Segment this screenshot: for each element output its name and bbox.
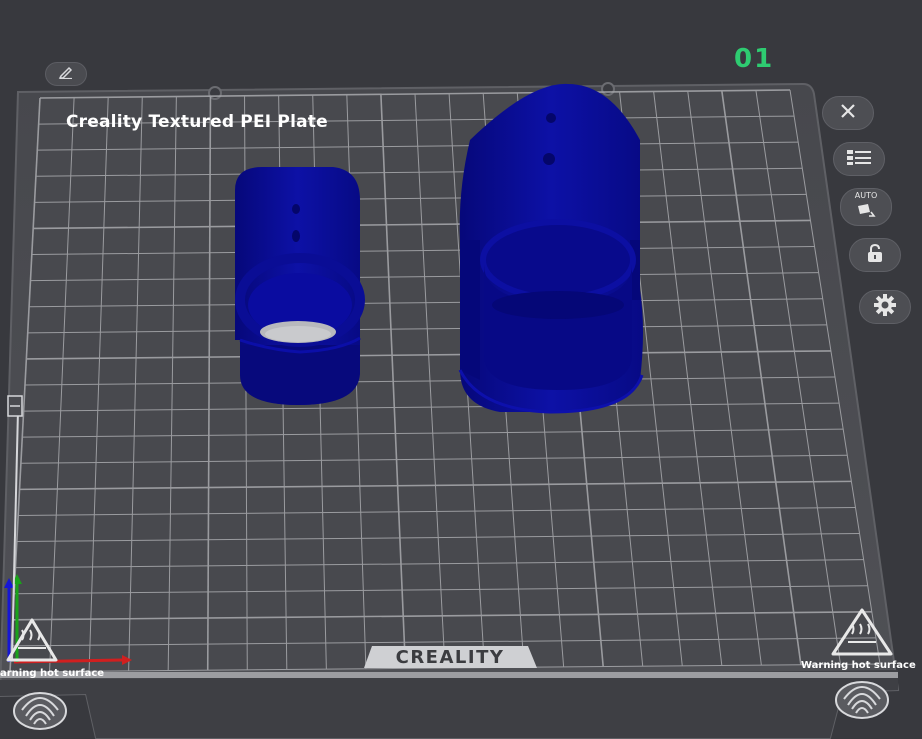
warning-hot-surface-label-left: arning hot surface — [0, 668, 105, 679]
auto-label: AUTO — [854, 191, 878, 200]
brand-label: CREALITY — [395, 646, 505, 668]
plate-pin — [601, 82, 615, 96]
plate-front-edge — [0, 670, 898, 738]
edit-plate-name-button[interactable] — [45, 62, 87, 86]
plate-settings-button[interactable] — [859, 290, 911, 324]
front-rail — [0, 672, 898, 678]
pencil-icon — [58, 65, 74, 84]
model-large-holder[interactable] — [458, 83, 644, 414]
fingerprint-icon — [835, 681, 889, 719]
list-icon — [846, 148, 872, 171]
build-plate-scene[interactable] — [0, 0, 922, 739]
lock-plate-button[interactable] — [849, 238, 901, 272]
auto-arrange-button[interactable]: AUTO — [840, 188, 892, 226]
model-small-holder[interactable] — [235, 167, 365, 405]
fingerprint-icon — [13, 692, 67, 730]
warning-hot-surface-label-right: Warning hot surface — [801, 660, 916, 671]
gear-icon — [874, 293, 896, 321]
auto-arrange-icon — [855, 202, 877, 223]
plate-objects-list-button[interactable] — [833, 142, 885, 176]
close-icon — [839, 102, 857, 125]
lock-icon — [866, 243, 884, 268]
plate-number: 01 — [734, 44, 775, 74]
plate-name: Creality Textured PEI Plate — [66, 112, 328, 132]
remove-plate-button[interactable] — [822, 96, 874, 130]
